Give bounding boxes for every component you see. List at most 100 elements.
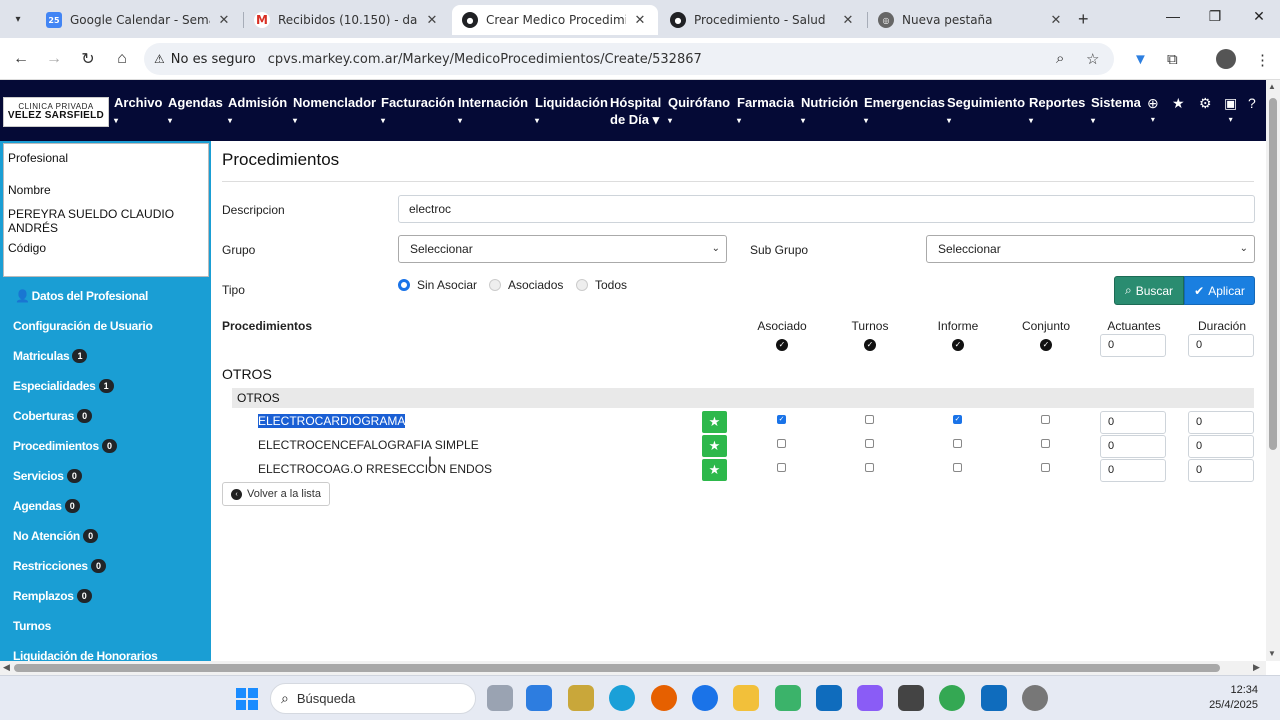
conjunto-checkbox[interactable]	[1041, 415, 1050, 424]
subgrupo-select[interactable]: Seleccionar ⌄	[926, 235, 1255, 263]
menu-liquidacion[interactable]: Liquidación ▾	[535, 94, 608, 129]
extension-shield-icon[interactable]: ▼	[1133, 51, 1148, 68]
close-icon[interactable]: ✕	[840, 13, 856, 28]
select-all-turnos-icon[interactable]: ✓	[864, 339, 876, 351]
app-icon[interactable]	[568, 685, 594, 711]
turnos-checkbox[interactable]	[865, 463, 874, 472]
radio-sin-asociar[interactable]: Sin Asociar	[398, 278, 477, 292]
close-icon[interactable]: ✕	[632, 13, 648, 28]
sidebar-item-remplazos[interactable]: Remplazos 0	[13, 589, 92, 603]
menu-agendas[interactable]: Agendas ▾	[168, 94, 223, 129]
firefox-icon[interactable]	[651, 685, 677, 711]
sidebar-item-coberturas[interactable]: Coberturas 0	[13, 409, 93, 423]
sidebar-item-no-atencion[interactable]: No Atención 0	[13, 529, 98, 543]
extensions-icon[interactable]: ⧉	[1167, 51, 1178, 68]
duracion-input[interactable]: 0	[1188, 411, 1254, 434]
outlook-icon[interactable]	[816, 685, 842, 711]
sidebar-item-procedimientos[interactable]: Procedimientos 0	[13, 439, 117, 453]
app-icon[interactable]	[775, 685, 801, 711]
chrome-icon[interactable]	[939, 685, 965, 711]
select-all-conjunto-icon[interactable]: ✓	[1040, 339, 1052, 351]
warning-icon[interactable]: ⚠	[154, 52, 165, 66]
globe-icon[interactable]: ⊕ ▾	[1147, 95, 1159, 124]
star-icon[interactable]: ★	[702, 459, 727, 481]
sidebar-item-matriculas[interactable]: Matriculas 1	[13, 349, 88, 363]
actuantes-input[interactable]: 0	[1100, 459, 1166, 482]
radio-todos[interactable]: Todos	[576, 278, 627, 292]
sidebar-item-servicios[interactable]: Servicios 0	[13, 469, 82, 483]
menu-internacion[interactable]: Internación ▾	[458, 94, 528, 129]
restore-icon[interactable]: ❐	[1205, 8, 1225, 25]
close-icon[interactable]: ✕	[1048, 13, 1064, 28]
header-actuantes-input[interactable]: 0	[1100, 334, 1166, 357]
sidebar-item-turnos[interactable]: Turnos	[13, 619, 51, 633]
sidebar-item-liquidacion-honorarios[interactable]: Liquidación de Honorarios	[13, 649, 158, 661]
turnos-checkbox[interactable]	[865, 439, 874, 448]
more-menu-icon[interactable]: ⋮	[1255, 51, 1270, 69]
browser-tab-procedimiento[interactable]: ● Procedimiento - Salud ✕	[660, 5, 866, 35]
address-bar[interactable]: ⚠ No es seguro cpvs.markey.com.ar/Markey…	[144, 43, 1114, 75]
copilot-icon[interactable]	[857, 685, 883, 711]
outlook-icon[interactable]	[981, 685, 1007, 711]
help-icon[interactable]: ?	[1248, 95, 1256, 111]
sidebar-item-especialidades[interactable]: Especialidades 1	[13, 379, 114, 393]
new-tab-icon[interactable]: +	[1078, 9, 1089, 30]
window-close-icon[interactable]: ✕	[1249, 8, 1269, 25]
informe-checkbox[interactable]	[953, 463, 962, 472]
menu-reportes[interactable]: Reportes ▾	[1029, 94, 1085, 129]
vertical-scrollbar[interactable]: ▲ ▼	[1266, 80, 1280, 661]
menu-sistema[interactable]: Sistema ▾	[1091, 94, 1141, 129]
buscar-button[interactable]: ⌕ Buscar	[1114, 276, 1184, 305]
back-icon[interactable]: ←	[10, 48, 32, 70]
duracion-input[interactable]: 0	[1188, 459, 1254, 482]
browser-tab-calendar[interactable]: 25 Google Calendar - Semana d ✕	[36, 5, 242, 35]
calculator-icon[interactable]	[898, 685, 924, 711]
asociado-checkbox[interactable]: ✓	[777, 415, 786, 424]
conjunto-checkbox[interactable]	[1041, 463, 1050, 472]
horizontal-scrollbar[interactable]: ◀ ▶	[0, 661, 1266, 675]
actuantes-input[interactable]: 0	[1100, 411, 1166, 434]
close-icon[interactable]: ✕	[424, 13, 440, 28]
turnos-checkbox[interactable]	[865, 415, 874, 424]
menu-archivo[interactable]: Archivo ▾	[114, 94, 162, 129]
row-name[interactable]: ELECTROCENCEFALOGRAFIA SIMPLE	[258, 438, 479, 452]
menu-nutricion[interactable]: Nutrición ▾	[801, 94, 858, 129]
task-view-icon[interactable]	[487, 685, 513, 711]
informe-checkbox[interactable]: ✓	[953, 415, 962, 424]
taskbar-search[interactable]: ⌕ Búsqueda	[270, 683, 476, 714]
menu-emergencias[interactable]: Emergencias ▾	[864, 94, 945, 129]
zoom-icon[interactable]: ⌕	[1056, 50, 1064, 67]
minimize-icon[interactable]: —	[1163, 8, 1183, 24]
informe-checkbox[interactable]	[953, 439, 962, 448]
menu-nomenclador[interactable]: Nomenclador ▾	[293, 94, 376, 129]
menu-hospital-de-dia[interactable]: Hóspital de Día ▾	[610, 94, 661, 128]
menu-farmacia[interactable]: Farmacia ▾	[737, 94, 794, 129]
select-all-asociado-icon[interactable]: ✓	[776, 339, 788, 351]
clinic-logo[interactable]: CLINICA PRIVADA VELEZ SARSFIELD	[3, 97, 109, 127]
profile-avatar[interactable]	[1216, 49, 1236, 69]
tab-search-icon[interactable]: ▾	[6, 7, 30, 31]
scrollbar-thumb[interactable]	[14, 664, 1220, 672]
conjunto-checkbox[interactable]	[1041, 439, 1050, 448]
system-clock[interactable]: 12:34 25/4/2025	[1200, 683, 1258, 713]
browser-tab-crear-medico[interactable]: ● Crear Medico Procedimiento ✕	[452, 5, 658, 35]
url-text[interactable]: cpvs.markey.com.ar/Markey/MedicoProcedim…	[268, 52, 702, 67]
header-duracion-input[interactable]: 0	[1188, 334, 1254, 357]
store-icon[interactable]	[526, 685, 552, 711]
firefox-dev-icon[interactable]	[692, 685, 718, 711]
reload-icon[interactable]: ↻	[77, 48, 99, 70]
window-icon[interactable]: ▣ ▾	[1224, 95, 1237, 124]
row-name[interactable]: ELECTROCOAG.O RRESECCION ENDOS	[258, 462, 492, 476]
home-icon[interactable]: ⌂	[111, 48, 133, 70]
actuantes-input[interactable]: 0	[1100, 435, 1166, 458]
close-icon[interactable]: ✕	[216, 13, 232, 28]
duracion-input[interactable]: 0	[1188, 435, 1254, 458]
sidebar-item-restricciones[interactable]: Restricciones 0	[13, 559, 106, 573]
asociado-checkbox[interactable]	[777, 439, 786, 448]
scrollbar-thumb[interactable]	[1269, 98, 1277, 450]
menu-admision[interactable]: Admisión ▾	[228, 94, 287, 129]
menu-seguimiento[interactable]: Seguimiento ▾	[947, 94, 1025, 129]
browser-tab-nueva[interactable]: ◎ Nueva pestaña ✕	[868, 5, 1074, 35]
star-icon[interactable]: ★	[1172, 95, 1185, 112]
grupo-select[interactable]: Seleccionar ⌄	[398, 235, 727, 263]
